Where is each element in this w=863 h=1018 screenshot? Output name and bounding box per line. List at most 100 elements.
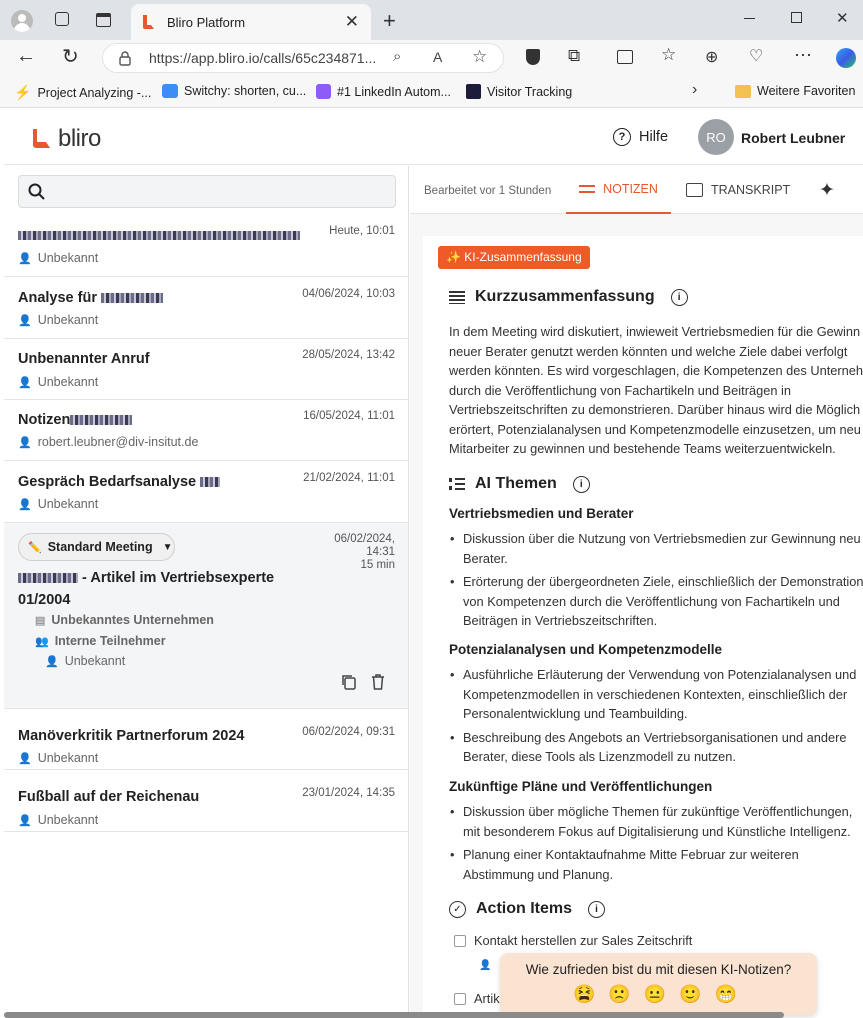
emoji-very-happy-icon[interactable]: 😁	[715, 984, 737, 1005]
avatar[interactable]: RO	[698, 119, 734, 155]
call-item[interactable]: Analyse für 04/06/2024, 10:03 👤 Unbekannt	[4, 277, 408, 339]
visitor-tracking-icon	[466, 84, 481, 99]
topic-heading: Zukünftige Pläne und Veröffentlichungen	[449, 779, 713, 794]
collections-icon[interactable]: ⊕	[705, 47, 718, 67]
bookmarks-bar: ⚡ Project Analyzing -... Switchy: shorten…	[0, 76, 863, 108]
call-item[interactable]: Fußball auf der Reichenau 23/01/2024, 14…	[4, 770, 408, 832]
copy-icon[interactable]	[340, 673, 358, 691]
minimize-icon[interactable]	[744, 18, 755, 19]
notes-icon	[579, 185, 596, 193]
person-icon: 👤	[18, 498, 32, 511]
person-icon: 👤	[18, 814, 32, 827]
emoji-unhappy-icon[interactable]: 🙁	[608, 984, 630, 1005]
tab-transcript[interactable]: TRANSKRIPT	[686, 183, 790, 197]
bookmark-more-favorites[interactable]: Weitere Favoriten	[735, 84, 855, 98]
meeting-type-dropdown[interactable]: ✏️ Standard Meeting ▼	[18, 533, 175, 561]
text-lines-icon	[449, 290, 465, 304]
call-item[interactable]: Manöverkritik Partnerforum 2024 06/02/20…	[4, 709, 408, 770]
bliro-logo-icon	[33, 129, 50, 148]
call-title-redacted	[18, 227, 300, 243]
feedback-toast: Wie zufrieden bist du mit diesen KI-Noti…	[500, 953, 817, 1015]
bliro-logo[interactable]: bliro	[30, 125, 101, 153]
performance-icon[interactable]: ♡	[749, 46, 763, 66]
feedback-question: Wie zufrieden bist du mit diesen KI-Noti…	[525, 962, 792, 977]
call-item[interactable]: Gespräch Bedarfsanalyse 21/02/2024, 11:0…	[4, 461, 408, 523]
profile-icon[interactable]	[11, 10, 33, 32]
copilot-icon[interactable]	[836, 48, 856, 68]
extensions-icon[interactable]: ⧉	[568, 46, 580, 66]
help-button[interactable]: ? Hilfe	[613, 128, 668, 146]
tab-notes[interactable]: NOTIZEN	[566, 166, 671, 214]
checkbox[interactable]	[454, 992, 466, 1005]
folder-icon	[735, 84, 751, 98]
favorites-icon[interactable]: ☆	[661, 45, 676, 65]
call-date: Heute, 10:01	[329, 225, 395, 237]
bookmarks-overflow-icon[interactable]: ›	[692, 81, 697, 99]
summary-card: ✨ KI-Zusammenfassung Kurzzusammenfassung…	[423, 236, 863, 1018]
call-date: 06/02/2024, 14:31 15 min	[334, 533, 395, 571]
sparkle-icon[interactable]: ✦	[819, 179, 835, 202]
call-participant: 👤 Unbekannt	[18, 313, 99, 327]
search-input[interactable]	[18, 175, 396, 208]
topic-bullet: Erörterung der übergeordneten Ziele, ein…	[450, 572, 863, 631]
call-item[interactable]: Heute, 10:01 👤 Unbekannt	[4, 216, 408, 277]
workspaces-icon[interactable]	[55, 12, 69, 26]
zoom-icon[interactable]: ⌕	[393, 48, 401, 65]
back-icon[interactable]: ←	[16, 45, 36, 68]
bookmark-switchy[interactable]: Switchy: shorten, cu...	[162, 84, 306, 98]
notes-tab-bar: Bearbeitet vor 1 Stunden NOTIZEN TRANSKR…	[410, 166, 863, 214]
maximize-icon[interactable]	[791, 12, 802, 23]
call-item[interactable]: Notizen 16/05/2024, 11:01 👤 robert.leubne…	[4, 400, 408, 461]
info-icon[interactable]: i	[588, 900, 606, 918]
topic-bullets: Diskussion über mögliche Themen für zukü…	[450, 802, 852, 884]
browser-tab-active[interactable]: Bliro Platform ✕	[131, 4, 371, 40]
call-title: Manöverkritik Partnerforum 2024	[18, 728, 245, 744]
split-screen-icon[interactable]	[617, 50, 633, 64]
trash-icon[interactable]	[369, 673, 387, 691]
url-text: https://app.bliro.io/calls/65c234871...	[149, 50, 377, 66]
call-title: Gespräch Bedarfsanalyse	[18, 474, 221, 490]
url-field[interactable]: https://app.bliro.io/calls/65c234871... …	[102, 43, 504, 73]
call-date: 23/01/2024, 14:35	[302, 787, 395, 799]
call-date: 16/05/2024, 11:01	[303, 410, 395, 422]
close-window-icon[interactable]: ✕	[836, 9, 849, 27]
call-item-selected[interactable]: ✏️ Standard Meeting ▼ 06/02/2024, 14:31 …	[4, 523, 408, 709]
call-item[interactable]: Unbenannter Anruf 28/05/2024, 13:42 👤 Unb…	[4, 339, 408, 400]
ai-topics-heading: AI Themen i	[449, 475, 590, 493]
call-participant: 👤 Unbekannt	[18, 251, 99, 265]
horizontal-scrollbar[interactable]	[4, 1012, 784, 1018]
user-name[interactable]: Robert Leubner	[741, 130, 845, 146]
tab-actions-icon[interactable]	[96, 13, 111, 27]
topic-bullet: Ausführliche Erläuterung der Verwendung …	[450, 665, 856, 724]
call-participant: 👤 Unbekannt	[18, 813, 99, 827]
favorite-star-icon[interactable]: ☆	[472, 47, 487, 67]
call-date: 28/05/2024, 13:42	[302, 349, 395, 361]
call-title: Unbenannter Anruf	[18, 351, 150, 367]
info-icon[interactable]: i	[572, 475, 590, 493]
bookmark-linkedin-automation[interactable]: #1 LinkedIn Autom...	[316, 84, 451, 99]
call-title: - Artikel im Vertriebsexperte 01/2004	[18, 570, 275, 608]
bookmark-visitor-tracking[interactable]: Visitor Tracking	[466, 84, 572, 99]
address-bar-row: ← ↻ https://app.bliro.io/calls/65c234871…	[0, 40, 863, 76]
tab-close-icon[interactable]: ✕	[345, 12, 359, 32]
ublock-icon[interactable]	[526, 49, 540, 65]
topic-bullets: Ausführliche Erläuterung der Verwendung …	[450, 665, 856, 767]
bookmark-project-analyzing[interactable]: ⚡ Project Analyzing -...	[14, 84, 151, 101]
list-icon	[449, 478, 465, 490]
action-items-heading: ✓ Action Items i	[449, 900, 606, 918]
ai-summary-badge[interactable]: ✨ KI-Zusammenfassung	[438, 246, 590, 269]
call-title: Analyse für	[18, 290, 164, 306]
action-item[interactable]: Kontakt herstellen zur Sales Zeitschrift	[454, 933, 692, 948]
checkbox[interactable]	[454, 934, 466, 947]
read-aloud-icon[interactable]: A	[433, 49, 442, 65]
linkedin-automation-icon	[316, 84, 331, 99]
reload-icon[interactable]: ↻	[62, 44, 79, 69]
new-tab-icon[interactable]: +	[383, 8, 396, 34]
internal-participants: 👥 Interne Teilnehmer	[35, 634, 166, 648]
action-item[interactable]: Artik	[454, 991, 500, 1006]
more-icon[interactable]: ⋯	[794, 45, 812, 66]
emoji-neutral-icon[interactable]: 😐	[644, 984, 666, 1005]
emoji-very-unhappy-icon[interactable]: 😫	[573, 984, 595, 1005]
emoji-happy-icon[interactable]: 🙂	[679, 984, 701, 1005]
info-icon[interactable]: i	[670, 288, 688, 306]
